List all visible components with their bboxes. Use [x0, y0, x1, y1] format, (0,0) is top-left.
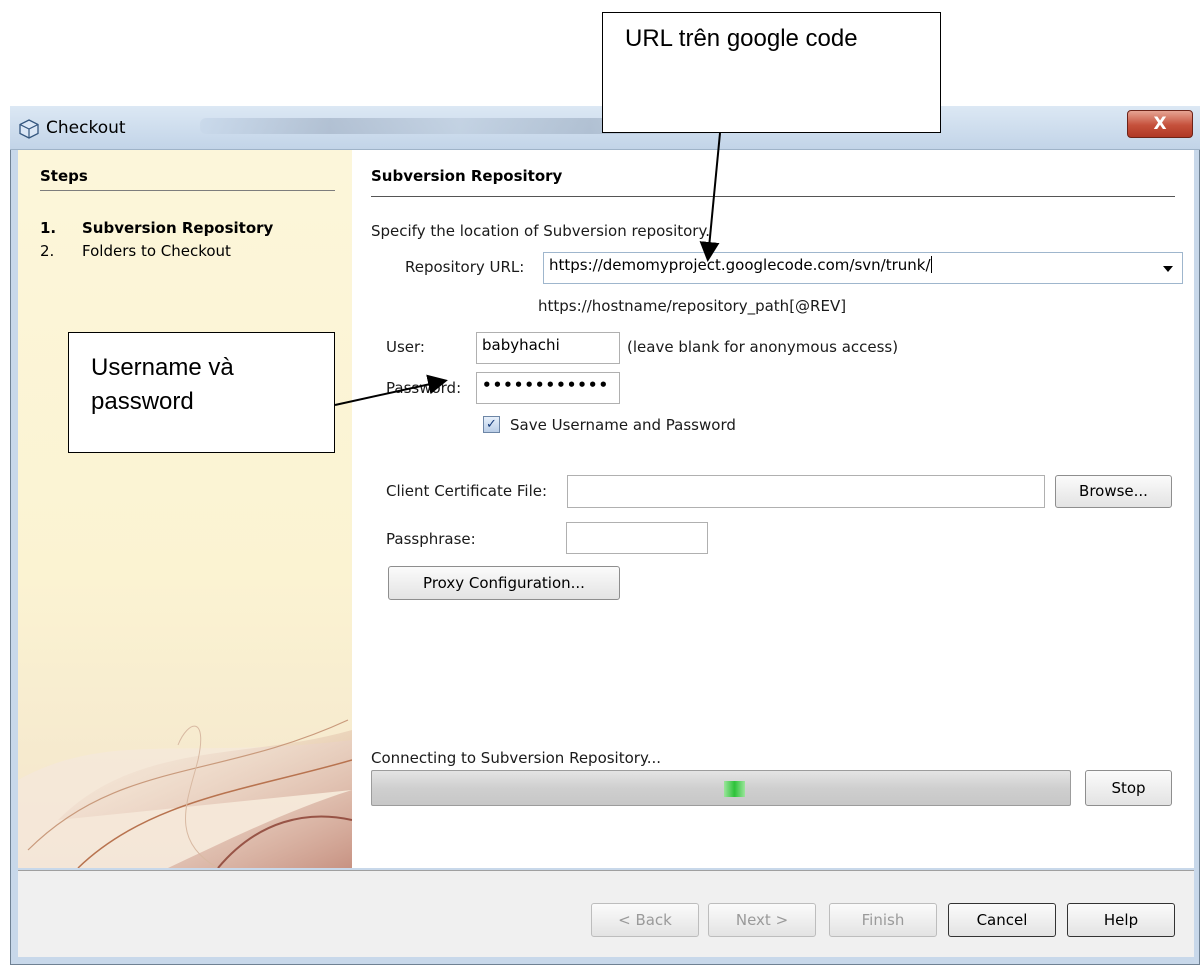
password-label: Password: [386, 379, 462, 397]
annotation-credentials-line1: Username và [91, 354, 234, 381]
password-input[interactable]: •••••••••••• [476, 372, 620, 404]
progress-bar [371, 770, 1071, 806]
page-title: Subversion Repository [371, 167, 563, 185]
stop-button[interactable]: Stop [1085, 770, 1172, 806]
back-button[interactable]: < Back [591, 903, 699, 937]
repository-url-value: https://demomyproject.googlecode.com/svn… [549, 256, 931, 274]
step-2-number: 2. [40, 242, 55, 260]
browse-button[interactable]: Browse... [1055, 475, 1172, 508]
annotation-credentials-line2: password [91, 388, 194, 415]
finish-button[interactable]: Finish [829, 903, 937, 937]
close-button[interactable]: X [1127, 110, 1193, 138]
repository-url-combobox[interactable]: https://demomyproject.googlecode.com/svn… [543, 252, 1183, 284]
url-format-hint: https://hostname/repository_path[@REV] [538, 297, 847, 315]
heading-divider [371, 196, 1175, 197]
help-button[interactable]: Help [1067, 903, 1175, 937]
repository-url-label: Repository URL: [405, 258, 525, 276]
step-1-number: 1. [40, 219, 57, 237]
status-text: Connecting to Subversion Repository... [371, 749, 661, 767]
save-credentials-label: Save Username and Password [510, 416, 736, 434]
annotation-url-box: URL trên google code [602, 12, 941, 133]
annotation-credentials-box: Username và password [68, 332, 335, 453]
user-input[interactable]: babyhachi [476, 332, 620, 364]
progress-indicator [724, 781, 745, 797]
passphrase-input[interactable] [566, 522, 708, 554]
user-hint: (leave blank for anonymous access) [627, 338, 899, 356]
step-1-label: Subversion Repository [82, 219, 274, 237]
annotation-url-text: URL trên google code [625, 25, 858, 52]
step-2-label: Folders to Checkout [82, 242, 231, 260]
chevron-down-icon[interactable] [1162, 264, 1174, 274]
user-label: User: [386, 338, 425, 356]
steps-divider [40, 190, 335, 191]
cancel-button[interactable]: Cancel [948, 903, 1056, 937]
client-certificate-input[interactable] [567, 475, 1045, 508]
description-text: Specify the location of Subversion repos… [371, 222, 710, 240]
passphrase-label: Passphrase: [386, 530, 476, 548]
next-button[interactable]: Next > [708, 903, 816, 937]
save-credentials-checkbox[interactable]: ✓ [483, 416, 500, 433]
steps-heading: Steps [40, 167, 88, 185]
proxy-configuration-button[interactable]: Proxy Configuration... [388, 566, 620, 600]
window-title: Checkout [46, 118, 126, 138]
app-cube-icon [19, 119, 39, 139]
client-certificate-label: Client Certificate File: [386, 482, 548, 500]
decorative-swirl [18, 719, 352, 868]
